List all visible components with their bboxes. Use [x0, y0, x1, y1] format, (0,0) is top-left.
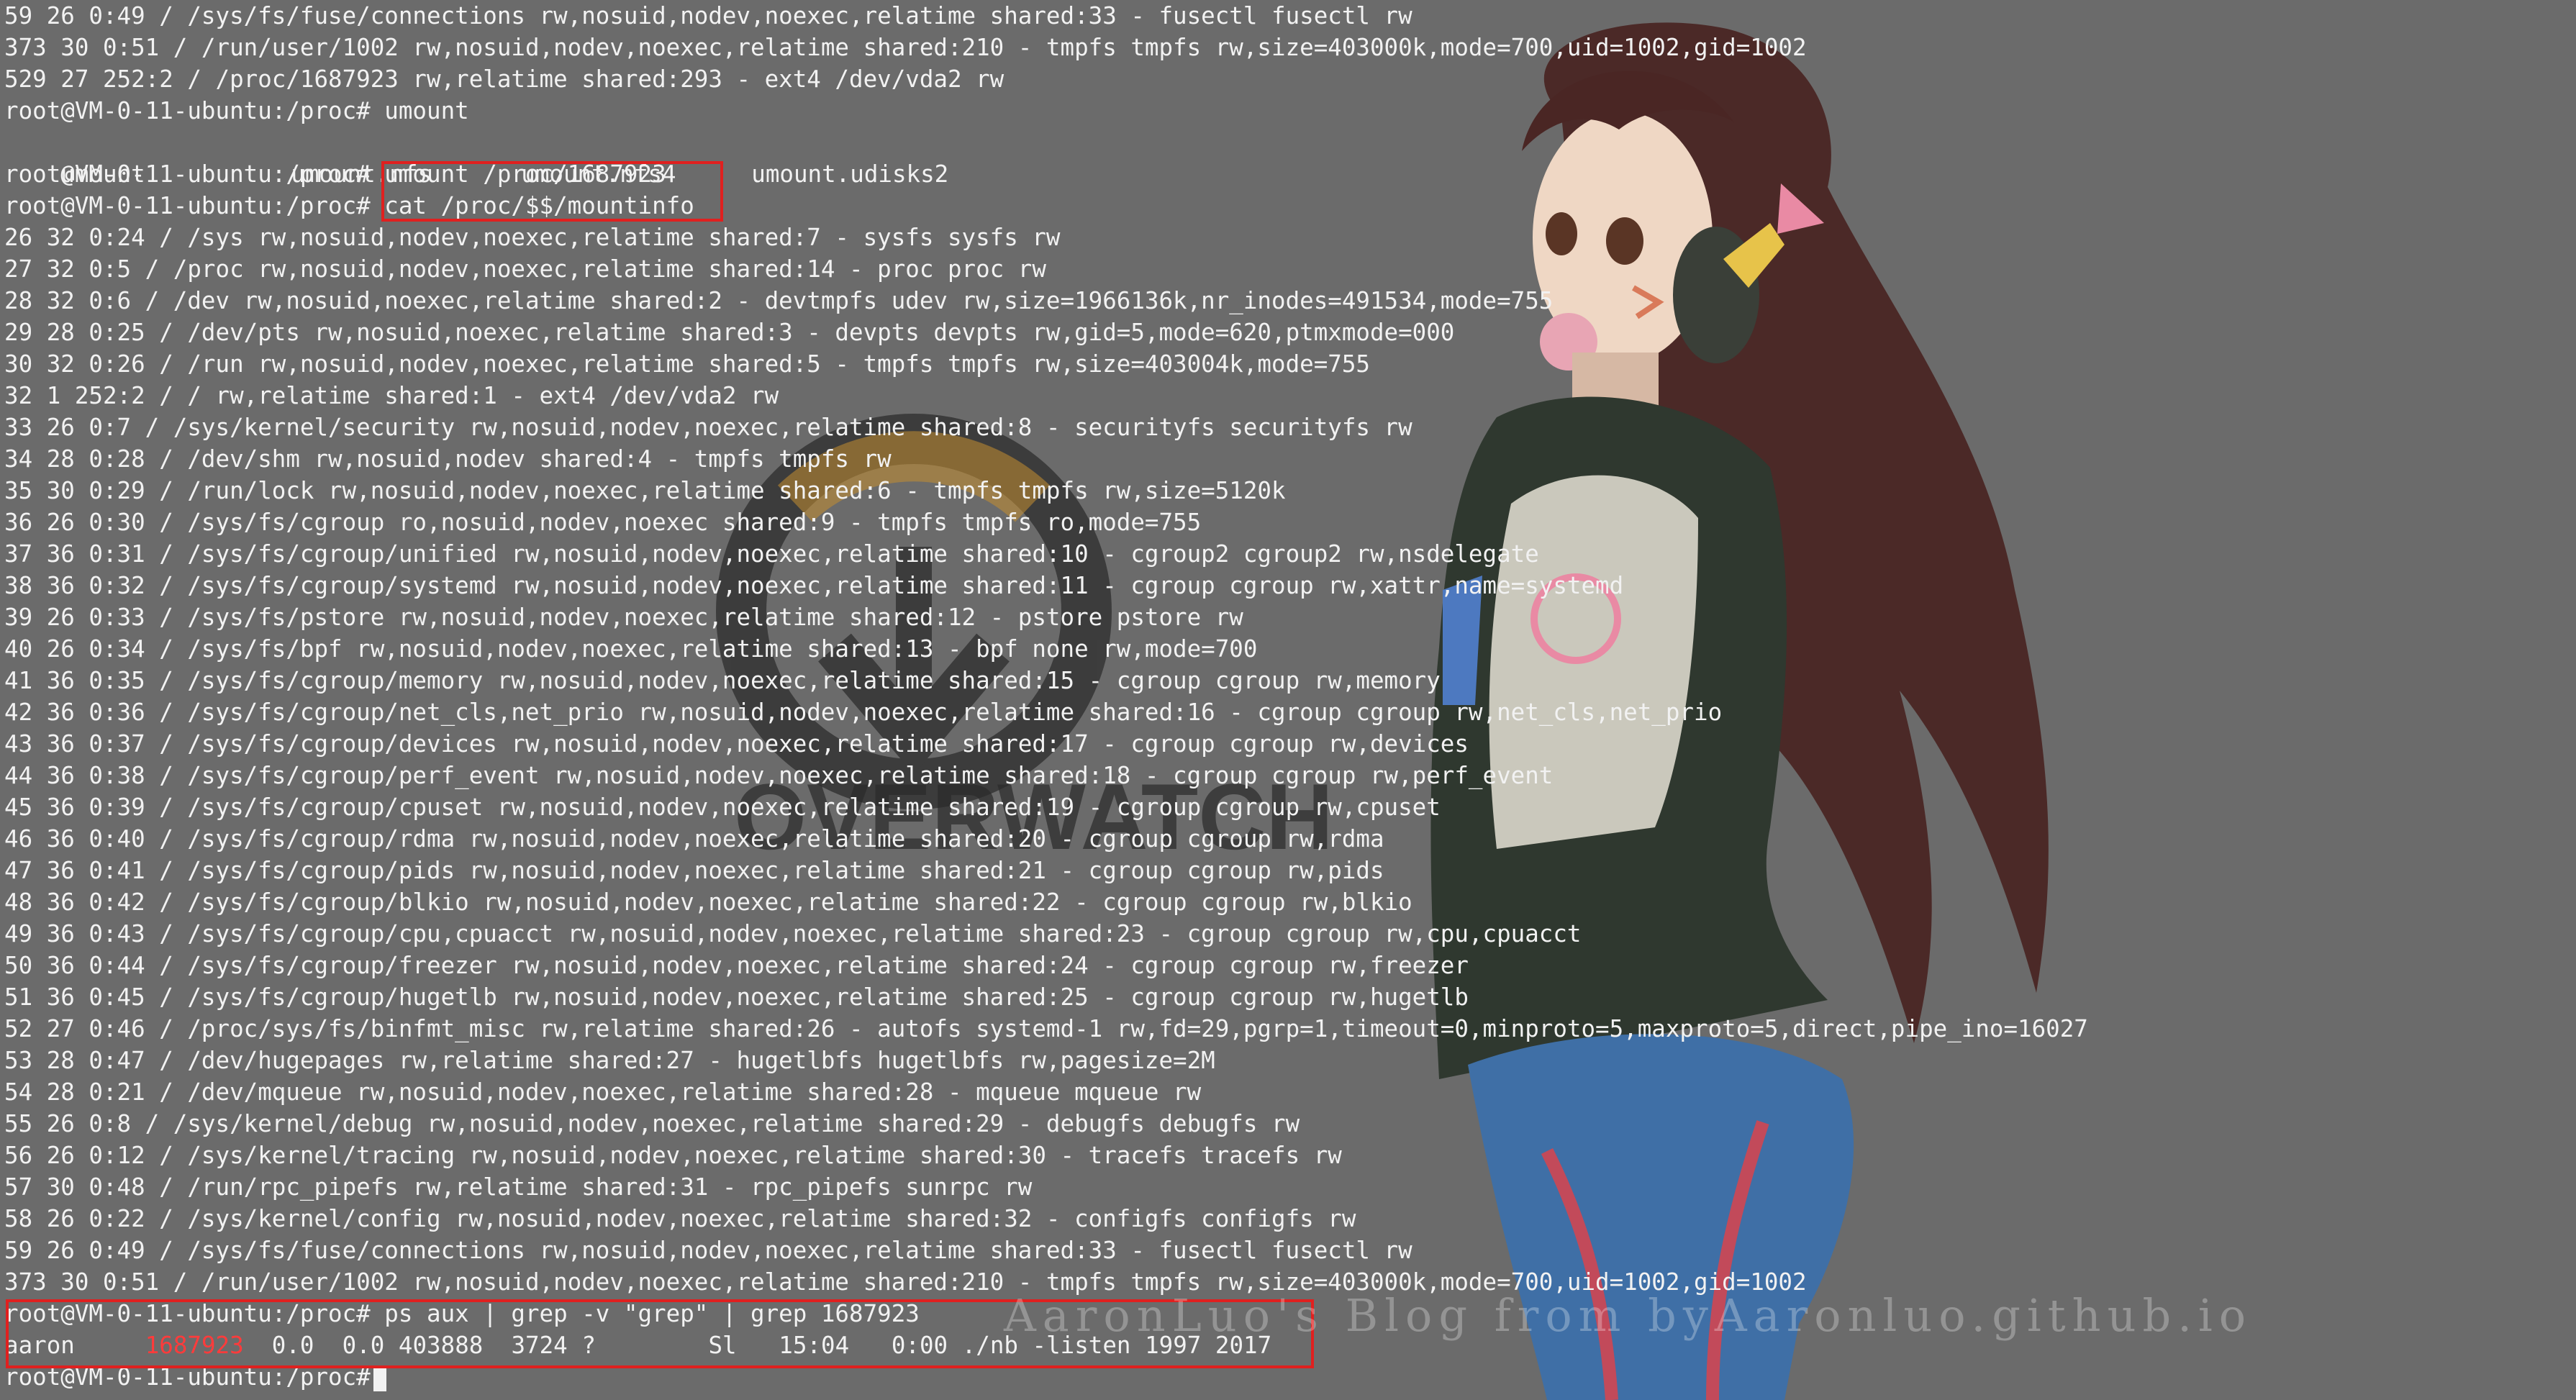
output-line: 39 26 0:33 / /sys/fs/pstore rw,nosuid,no… — [4, 604, 1243, 631]
highlight-box-umount-cat — [381, 161, 723, 222]
output-line: 44 36 0:38 / /sys/fs/cgroup/perf_event r… — [4, 762, 1554, 789]
output-line: 52 27 0:46 / /proc/sys/fs/binfmt_misc rw… — [4, 1015, 2088, 1042]
output-line: 28 32 0:6 / /dev rw,nosuid,noexec,relati… — [4, 287, 1554, 314]
output-line: 49 36 0:43 / /sys/fs/cgroup/cpu,cpuacct … — [4, 920, 1582, 947]
output-line: 45 36 0:39 / /sys/fs/cgroup/cpuset rw,no… — [4, 794, 1441, 821]
output-line: 26 32 0:24 / /sys rw,nosuid,nodev,noexec… — [4, 224, 1061, 251]
output-line: 42 36 0:36 / /sys/fs/cgroup/net_cls,net_… — [4, 699, 1723, 726]
output-line: 55 26 0:8 / /sys/kernel/debug rw,nosuid,… — [4, 1110, 1300, 1137]
output-line: 59 26 0:49 / /sys/fs/fuse/connections rw… — [4, 1237, 1412, 1264]
output-line: 32 1 252:2 / / rw,relatime shared:1 - ex… — [4, 382, 779, 409]
text-cursor[interactable] — [373, 1365, 386, 1391]
output-line: 51 36 0:45 / /sys/fs/cgroup/hugetlb rw,n… — [4, 983, 1469, 1011]
output-line: 41 36 0:35 / /sys/fs/cgroup/memory rw,no… — [4, 667, 1441, 694]
completion-row: umount umount.nfs umount.nfs4 umount.udisks… — [4, 127, 948, 188]
output-line: 33 26 0:7 / /sys/kernel/security rw,nosu… — [4, 414, 1412, 441]
output-line: 56 26 0:12 / /sys/kernel/tracing rw,nosu… — [4, 1142, 1342, 1169]
output-line: 37 36 0:31 / /sys/fs/cgroup/unified rw,n… — [4, 540, 1539, 568]
output-line: 40 26 0:34 / /sys/fs/bpf rw,nosuid,nodev… — [4, 635, 1258, 663]
output-line: 30 32 0:26 / /run rw,nosuid,nodev,noexec… — [4, 350, 1370, 378]
output-line: 47 36 0:41 / /sys/fs/cgroup/pids rw,nosu… — [4, 857, 1384, 884]
output-line: 58 26 0:22 / /sys/kernel/config rw,nosui… — [4, 1205, 1356, 1232]
output-line: 36 26 0:30 / /sys/fs/cgroup ro,nosuid,no… — [4, 509, 1202, 536]
output-line: 38 36 0:32 / /sys/fs/cgroup/systemd rw,n… — [4, 572, 1624, 599]
output-line: 529 27 252:2 / /proc/1687923 rw,relatime… — [4, 65, 1004, 93]
output-line: 27 32 0:5 / /proc rw,nosuid,nodev,noexec… — [4, 255, 1046, 283]
completion-item: umount — [60, 160, 145, 188]
output-line: 50 36 0:44 / /sys/fs/cgroup/freezer rw,n… — [4, 952, 1469, 979]
output-line: 35 30 0:29 / /run/lock rw,nosuid,nodev,n… — [4, 477, 1286, 504]
output-line: 46 36 0:40 / /sys/fs/cgroup/rdma rw,nosu… — [4, 825, 1384, 853]
completion-item: umount.udisks2 — [751, 160, 949, 188]
output-line: 34 28 0:28 / /dev/shm rw,nosuid,nodev sh… — [4, 445, 892, 473]
command-line: root@VM-0-11-ubuntu:/proc# umount — [4, 97, 469, 124]
output-line: 48 36 0:42 / /sys/fs/cgroup/blkio rw,nos… — [4, 888, 1412, 916]
output-line: 373 30 0:51 / /run/user/1002 rw,nosuid,n… — [4, 34, 1807, 61]
blog-watermark: AaronLuo's Blog from byAaronluo.github.i… — [1004, 1289, 2253, 1342]
output-line: 59 26 0:49 / /sys/fs/fuse/connections rw… — [4, 2, 1412, 29]
output-line: 53 28 0:47 / /dev/hugepages rw,relatime … — [4, 1047, 1215, 1074]
output-line: 43 36 0:37 / /sys/fs/cgroup/devices rw,n… — [4, 730, 1469, 758]
output-line: 57 30 0:48 / /run/rpc_pipefs rw,relatime… — [4, 1173, 1033, 1201]
output-line: 29 28 0:25 / /dev/pts rw,nosuid,noexec,r… — [4, 319, 1455, 346]
output-line: 54 28 0:21 / /dev/mqueue rw,nosuid,nodev… — [4, 1078, 1202, 1106]
